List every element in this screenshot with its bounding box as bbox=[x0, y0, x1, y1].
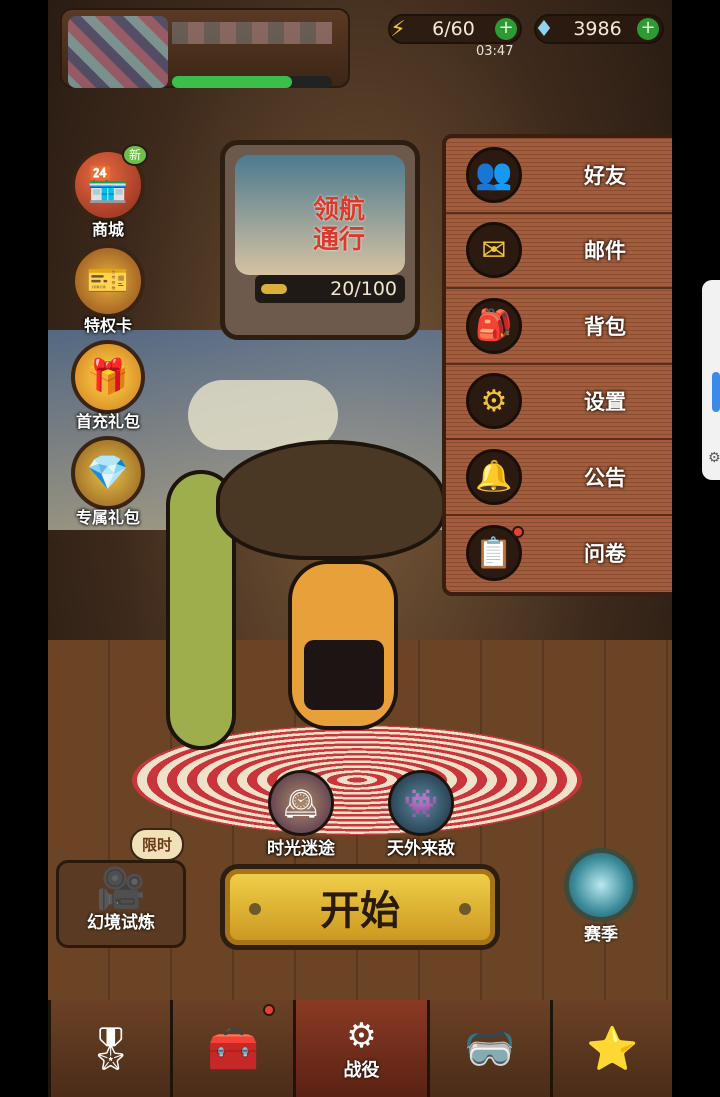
gem-counter: ♦ 3986 + bbox=[534, 14, 664, 44]
mail-icon: ✉ bbox=[466, 222, 522, 279]
first-recharge-gift-button[interactable]: 🎁 首充礼包 bbox=[66, 340, 150, 432]
campaign-label: 战役 bbox=[343, 1059, 380, 1081]
cowboy-hat bbox=[216, 440, 446, 560]
nav-star-chest[interactable]: 🎖 bbox=[48, 1000, 171, 1097]
menu-label-backpack: 背包 bbox=[584, 314, 626, 339]
nav-goggles[interactable]: 🥽 bbox=[427, 1000, 550, 1097]
menu-label-friends: 好友 bbox=[584, 163, 626, 188]
exclusive-gift-button[interactable]: 💎 专属礼包 bbox=[66, 436, 150, 528]
gem-value: 3986 bbox=[573, 18, 622, 40]
star-frame-icon: ⭐ bbox=[586, 1023, 639, 1073]
notification-dot bbox=[262, 1004, 275, 1016]
tv-title-line1: 领航 bbox=[313, 195, 366, 225]
accent-bar bbox=[712, 372, 720, 412]
new-badge: 新 bbox=[122, 144, 148, 166]
bolt-right bbox=[459, 903, 471, 915]
privilege-card-button[interactable]: 🎫 特权卡 bbox=[66, 244, 150, 336]
timer: 03:47 bbox=[476, 44, 514, 59]
add-gems-button[interactable]: + bbox=[637, 18, 659, 40]
lunchbox-icon: 🧰 bbox=[206, 1023, 260, 1073]
time-journey-icon: 🕰 bbox=[268, 770, 334, 836]
pass-progress: 20/100 bbox=[255, 275, 405, 303]
start-button-label: 开始 bbox=[320, 888, 400, 934]
player-profile-panel[interactable] bbox=[60, 8, 350, 88]
pass-progress-fill bbox=[261, 284, 287, 294]
alien-enemy-icon: 👾 bbox=[388, 770, 454, 836]
menu-item-settings[interactable]: ⚙ 设置 bbox=[446, 365, 672, 440]
exclusive-gift-label: 专属礼包 bbox=[75, 508, 140, 527]
bell-icon: 🔔 bbox=[466, 448, 522, 505]
energy-value: 6/60 bbox=[432, 18, 475, 40]
nav-lunchbox[interactable]: 🧰 bbox=[170, 1000, 293, 1097]
illusion-trial-button[interactable]: 🎥 幻境试炼 bbox=[56, 860, 186, 948]
pass-progress-text: 20/100 bbox=[330, 278, 397, 300]
shop-label: 商城 bbox=[91, 220, 124, 239]
menu-label-announcement: 公告 bbox=[584, 465, 626, 490]
campaign-icon: ⚙ bbox=[346, 1015, 377, 1056]
nav-campaign[interactable]: ⚙ 战役 bbox=[292, 1000, 428, 1097]
start-button[interactable]: 开始 bbox=[220, 864, 500, 950]
gear-icon[interactable]: ⚙ bbox=[708, 450, 720, 466]
bolt-left bbox=[249, 903, 261, 915]
alien-enemy-mode[interactable]: 👾 天外来敌 bbox=[366, 770, 476, 859]
star-chest-icon: 🎖 bbox=[84, 1023, 138, 1073]
pass-tv-panel[interactable]: 领航 通行 20/100 bbox=[220, 140, 420, 340]
tv-title: 领航 通行 bbox=[313, 195, 365, 255]
xp-bar-fill bbox=[172, 76, 292, 88]
season-portal-icon bbox=[564, 848, 638, 922]
menu-item-announcement[interactable]: 🔔 公告 bbox=[446, 440, 672, 516]
season-label: 赛季 bbox=[584, 925, 618, 945]
treasure-chest-icon: 💎 bbox=[71, 436, 145, 510]
gift-box-icon: 🎁 bbox=[71, 340, 145, 414]
floating-side-panel[interactable]: ⚙ bbox=[702, 280, 720, 480]
notification-dot bbox=[512, 525, 524, 538]
season-button[interactable]: 赛季 bbox=[536, 848, 666, 948]
illusion-trial-label: 幻境试炼 bbox=[87, 913, 155, 933]
lightning-icon: ⚡ bbox=[390, 16, 406, 42]
menu-item-mail[interactable]: ✉ 邮件 bbox=[446, 214, 672, 289]
privilege-card-label: 特权卡 bbox=[83, 316, 132, 335]
energy-counter: ⚡ 6/60 + bbox=[388, 14, 522, 44]
nav-star-frame[interactable]: ⭐ bbox=[549, 1000, 672, 1097]
menu-label-settings: 设置 bbox=[584, 390, 626, 415]
backpack-icon: 🎒 bbox=[466, 297, 522, 354]
menu-item-friends[interactable]: 👥 好友 bbox=[446, 138, 672, 214]
menu-item-backpack[interactable]: 🎒 背包 bbox=[446, 289, 672, 365]
alien-enemy-label: 天外来敌 bbox=[387, 839, 455, 859]
menu-label-mail: 邮件 bbox=[584, 239, 626, 264]
menu-label-survey: 问卷 bbox=[584, 542, 626, 567]
shop-button[interactable]: 🏪 新 商城 bbox=[66, 144, 150, 240]
time-journey-label: 时光迷途 bbox=[267, 839, 335, 859]
add-energy-button[interactable]: + bbox=[495, 18, 517, 40]
tv-title-line2: 通行 bbox=[313, 225, 366, 255]
more-menu: 👥 好友 ✉ 邮件 🎒 背包 ⚙ 设置 🔔 公告 📋 问卷 bbox=[442, 134, 672, 596]
first-recharge-gift-label: 首充礼包 bbox=[75, 412, 140, 431]
avatar[interactable] bbox=[68, 16, 168, 88]
limited-time-badge: 限时 bbox=[130, 828, 185, 861]
privilege-card-icon: 🎫 bbox=[71, 244, 145, 318]
goggles-icon: 🥽 bbox=[463, 1023, 517, 1073]
film-camera-icon: 🎥 bbox=[96, 866, 146, 912]
xp-bar bbox=[172, 76, 332, 88]
menu-item-survey[interactable]: 📋 问卷 bbox=[446, 516, 672, 592]
bottom-nav: 🎖 🧰 ⚙ 战役 🥽 ⭐ bbox=[48, 1000, 672, 1097]
friends-icon: 👥 bbox=[466, 146, 522, 203]
time-journey-mode[interactable]: 🕰 时光迷途 bbox=[246, 770, 356, 859]
gear-icon: ⚙ bbox=[466, 373, 522, 430]
player-name-redacted bbox=[172, 22, 332, 44]
game-screen: ⚡ 6/60 + ♦ 3986 + 03:47 🏪 新 商城 🎫 特权卡 🎁 首… bbox=[48, 0, 672, 1097]
character-outfit bbox=[304, 640, 384, 710]
diamond-icon: ♦ bbox=[534, 16, 554, 42]
